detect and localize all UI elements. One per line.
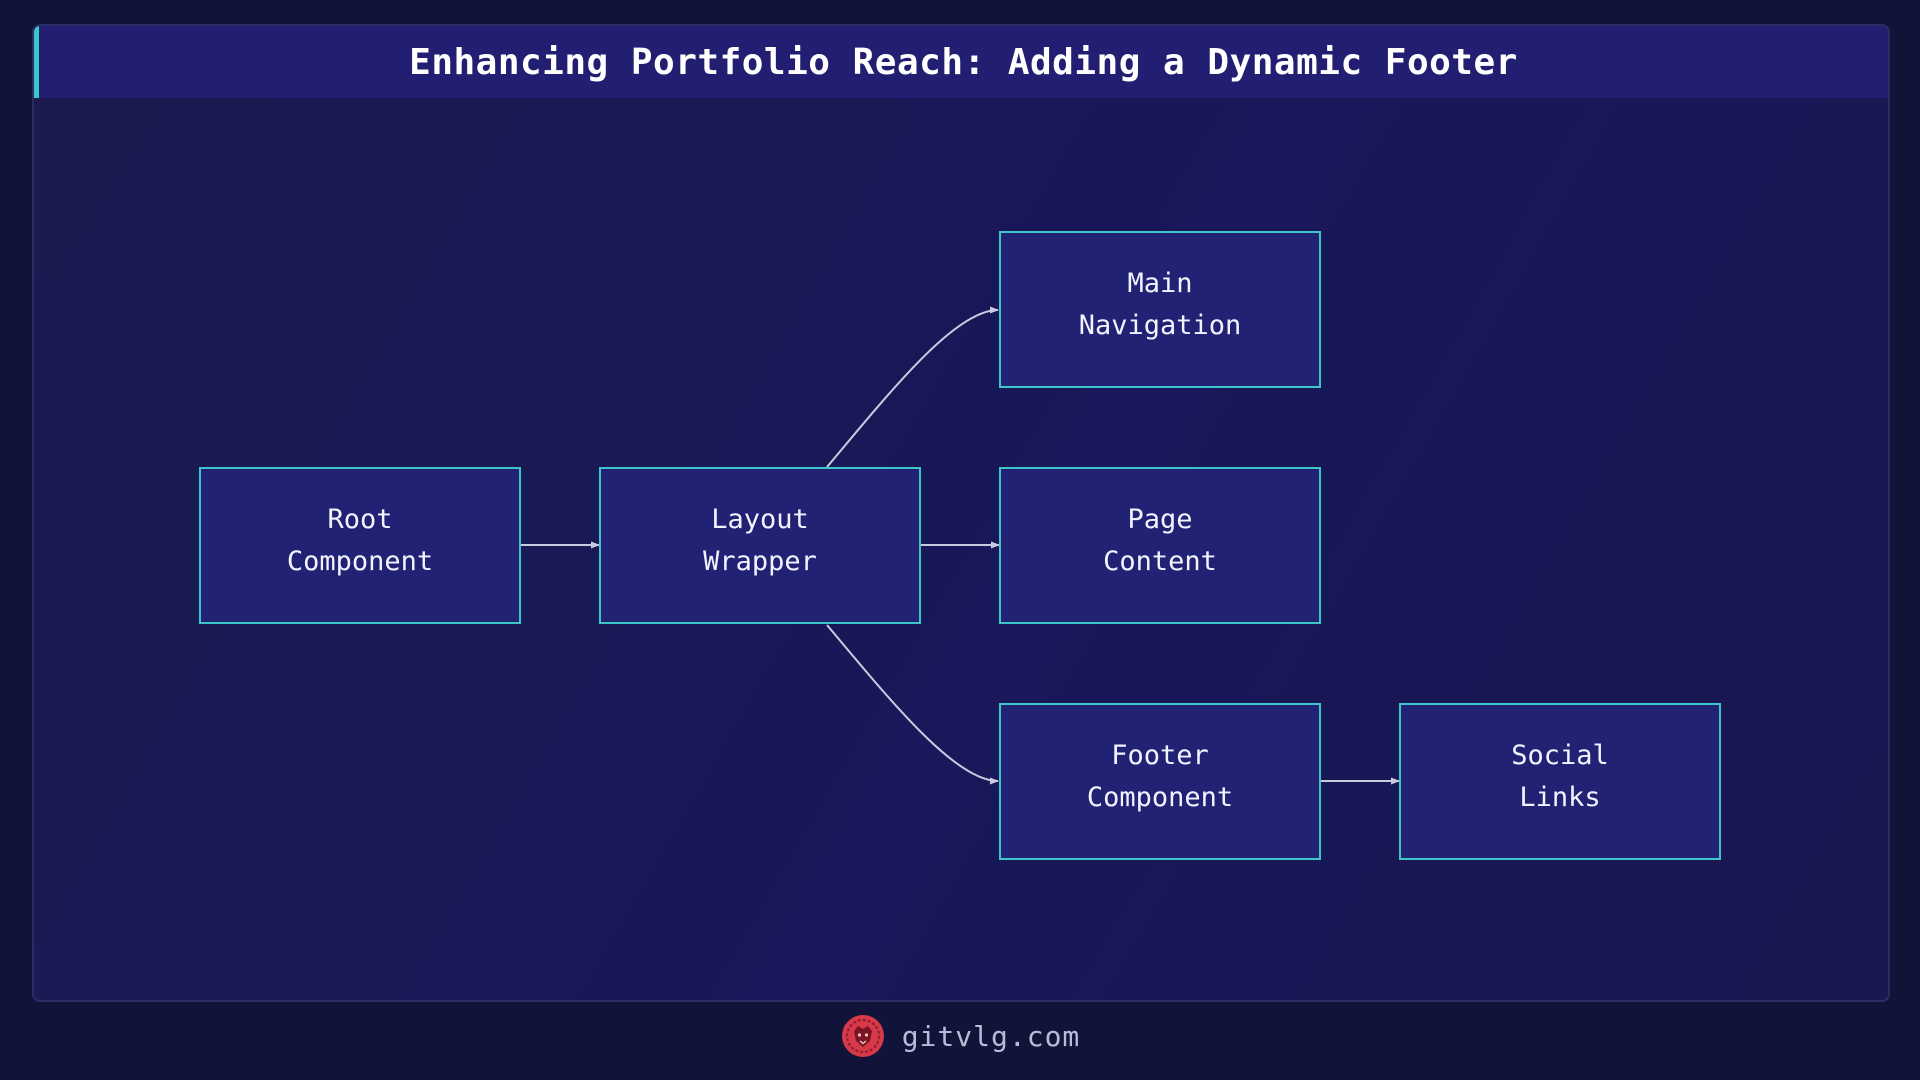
node-label-line1: Layout [711,504,809,535]
node-label-line2: Content [1103,546,1217,577]
node-label-line2: Links [1519,782,1600,813]
node-main-navigation: Main Navigation [999,231,1321,388]
node-label-line2: Component [1087,782,1233,813]
node-label-line1: Root [327,504,392,535]
node-footer-component: Footer Component [999,703,1321,860]
node-page-content: Page Content [999,467,1321,624]
node-layout-wrapper: Layout Wrapper [599,467,921,624]
edge-layout-to-footer [826,624,999,785]
edge-layout-to-navigation [826,306,999,468]
flow-diagram: Root Component Layout Wrapper Main Navig… [199,231,1721,860]
node-label-line1: Page [1127,504,1192,535]
brand-name[interactable]: gitvlg.com [902,1020,1081,1053]
node-label-line2: Component [287,546,433,577]
brand-footer: gitvlg.com [0,1010,1920,1062]
node-label-line1: Footer [1111,740,1209,771]
node-root-component: Root Component [199,467,521,624]
node-label-line1: Main [1127,268,1192,299]
node-label-line1: Social [1511,740,1609,771]
node-label-line2: Wrapper [703,546,817,577]
lion-logo-icon [841,1015,884,1057]
node-label-line2: Navigation [1079,310,1242,341]
node-social-links: Social Links [1399,703,1721,860]
